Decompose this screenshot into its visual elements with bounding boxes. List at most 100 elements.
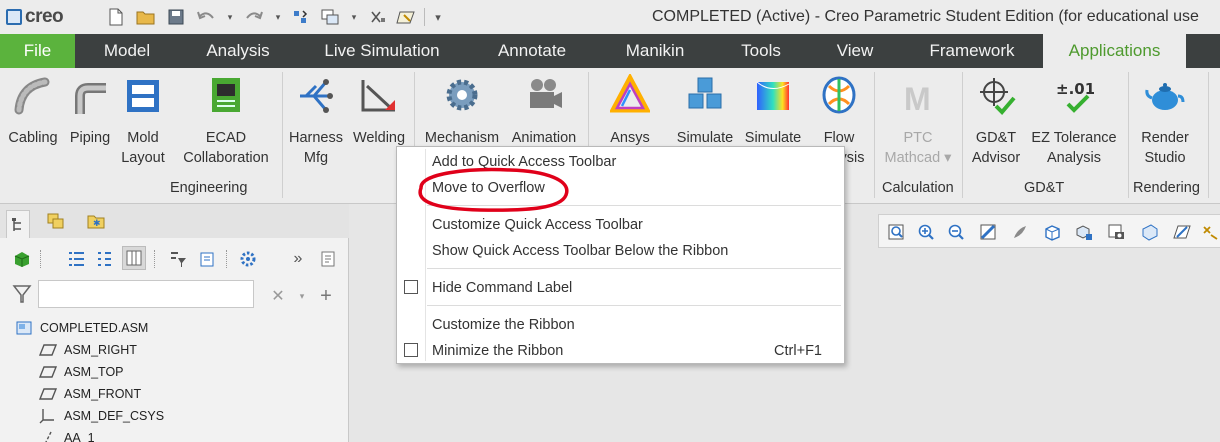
zoom-in-icon[interactable] — [915, 221, 937, 243]
qat-customize-dropdown-icon[interactable]: ▾ — [428, 7, 448, 27]
menu-item-move-to-overflow[interactable]: Move to Overflow — [432, 176, 545, 200]
tab-analysis[interactable]: Analysis — [190, 34, 286, 68]
group-label-engineering: Engineering — [170, 180, 248, 196]
menu-separator — [427, 305, 841, 306]
windows-dropdown-icon[interactable]: ▾ — [344, 7, 364, 27]
annotation-display-icon[interactable] — [1199, 221, 1220, 243]
piping-button[interactable]: Piping — [64, 74, 116, 148]
tab-annotate[interactable]: Annotate — [480, 34, 584, 68]
sketch-icon[interactable] — [396, 7, 416, 27]
tree-node[interactable]: ASM_DEF_CSYS — [38, 405, 164, 427]
zoom-out-icon[interactable] — [945, 221, 967, 243]
close-window-icon[interactable] — [368, 7, 388, 27]
regenerate-icon[interactable] — [290, 7, 310, 27]
navigator-tabs: ✱ — [0, 204, 349, 238]
toolbar-separator — [226, 250, 227, 268]
simulate-gradient-icon — [753, 74, 793, 116]
tree-node-label: ASM_DEF_CSYS — [64, 409, 165, 423]
group-separator — [1208, 72, 1209, 198]
tree-filter-icon[interactable] — [166, 247, 190, 271]
windows-icon[interactable] — [320, 7, 340, 27]
gdt-advisor-button[interactable]: GD&T Advisor — [966, 74, 1026, 168]
tree-node[interactable]: ASM_RIGHT — [38, 339, 137, 361]
undo-dropdown-icon[interactable]: ▾ — [220, 7, 240, 27]
tab-live-simulation[interactable]: Live Simulation — [310, 34, 454, 68]
tab-file[interactable]: File — [0, 34, 75, 68]
gdt-advisor-label: GD&T Advisor — [971, 130, 1021, 166]
menu-item-show-qat-below-ribbon[interactable]: Show Quick Access Toolbar Below the Ribb… — [432, 239, 728, 263]
tab-view[interactable]: View — [822, 34, 888, 68]
tab-tools[interactable]: Tools — [722, 34, 800, 68]
group-separator — [874, 72, 875, 198]
menu-item-minimize-ribbon[interactable]: Minimize the Ribbon — [432, 339, 563, 363]
ansys-button[interactable]: Ansys — [596, 74, 664, 148]
tree-node[interactable]: AA_1 — [38, 427, 95, 442]
menu-item-customize-ribbon[interactable]: Customize the Ribbon — [432, 313, 575, 337]
tree-columns-icon[interactable] — [122, 246, 146, 270]
perspective-view-icon[interactable] — [1139, 221, 1161, 243]
toolbar-separator — [154, 250, 155, 268]
datum-axis-icon — [38, 430, 58, 442]
ribbon-tab-bar: File Model Analysis Live Simulation Anno… — [0, 34, 1220, 68]
tree-settings-icon[interactable] — [196, 247, 220, 271]
tab-framework[interactable]: Framework — [912, 34, 1032, 68]
layers-tab[interactable] — [44, 210, 68, 232]
settings-gear-icon[interactable] — [236, 247, 260, 271]
piping-label: Piping — [69, 130, 111, 146]
render-studio-label: Render Studio — [1141, 130, 1189, 166]
simulate-live-button[interactable]: Simulate — [740, 74, 806, 148]
menu-item-hide-command-label[interactable]: Hide Command Label — [432, 276, 572, 300]
hide-command-label-checkbox[interactable] — [404, 280, 418, 294]
overflow-chevron-icon[interactable]: » — [286, 247, 310, 271]
ez-tolerance-analysis-button[interactable]: ±.01 EZ Tolerance Analysis — [1028, 74, 1120, 168]
saved-views-icon[interactable] — [1073, 221, 1095, 243]
tab-applications[interactable]: Applications — [1043, 34, 1186, 68]
tree-node[interactable]: ASM_TOP — [38, 361, 124, 383]
menu-item-customize-qat[interactable]: Customize Quick Access Toolbar — [432, 213, 643, 237]
tree-levels-icon[interactable] — [92, 247, 116, 271]
render-studio-button[interactable]: Render Studio — [1134, 74, 1196, 168]
save-icon[interactable] — [166, 7, 186, 27]
group-separator — [1128, 72, 1129, 198]
refit-icon[interactable] — [885, 221, 907, 243]
datum-display-icon[interactable] — [1171, 221, 1193, 243]
mold-layout-button[interactable]: Mold Layout — [116, 74, 170, 168]
welding-button[interactable]: Welding — [348, 74, 410, 148]
tree-search-input[interactable] — [38, 280, 254, 308]
new-file-icon[interactable] — [106, 7, 126, 27]
tree-node[interactable]: ASM_FRONT — [38, 383, 141, 405]
ansys-icon — [610, 74, 650, 116]
add-filter-icon[interactable]: + — [314, 284, 338, 308]
search-dropdown-icon[interactable]: ▾ — [290, 284, 314, 308]
view-orientation-icon[interactable] — [1041, 221, 1063, 243]
menu-item-add-to-qat[interactable]: Add to Quick Access Toolbar — [432, 150, 616, 174]
show-tree-icon[interactable] — [64, 247, 88, 271]
cabling-button[interactable]: Cabling — [4, 74, 62, 148]
redo-dropdown-icon[interactable]: ▾ — [268, 7, 288, 27]
simulate-cubes-icon — [685, 74, 725, 116]
component-icon[interactable] — [10, 247, 34, 271]
display-style-icon[interactable] — [1009, 221, 1031, 243]
repaint-icon[interactable] — [977, 221, 999, 243]
tab-manikin[interactable]: Manikin — [605, 34, 705, 68]
minimize-ribbon-checkbox[interactable] — [404, 343, 418, 357]
harness-mfg-button[interactable]: Harness Mfg — [288, 74, 344, 168]
ptc-mathcad-button[interactable]: M PTC Mathcad ▾ — [880, 74, 956, 168]
flow-icon — [819, 74, 859, 116]
clear-search-icon[interactable]: ✕ — [266, 284, 290, 308]
simulate-button[interactable]: Simulate — [672, 74, 738, 148]
view-manager-icon[interactable] — [1105, 221, 1127, 243]
model-tree-tab[interactable] — [6, 210, 30, 238]
favorites-tab[interactable]: ✱ — [84, 210, 108, 232]
undo-icon[interactable] — [196, 7, 216, 27]
animation-button[interactable]: Animation — [506, 74, 582, 148]
tree-node-root[interactable]: COMPLETED.ASM — [14, 317, 148, 339]
ecad-collaboration-button[interactable]: ECAD Collaboration — [176, 74, 276, 168]
welding-label: Welding — [352, 130, 406, 146]
mechanism-button[interactable]: Mechanism — [422, 74, 502, 148]
redo-icon[interactable] — [244, 7, 264, 27]
notes-icon[interactable] — [316, 247, 340, 271]
tab-model[interactable]: Model — [84, 34, 170, 68]
minimize-ribbon-shortcut: Ctrl+F1 — [774, 343, 822, 359]
open-folder-icon[interactable] — [136, 7, 156, 27]
